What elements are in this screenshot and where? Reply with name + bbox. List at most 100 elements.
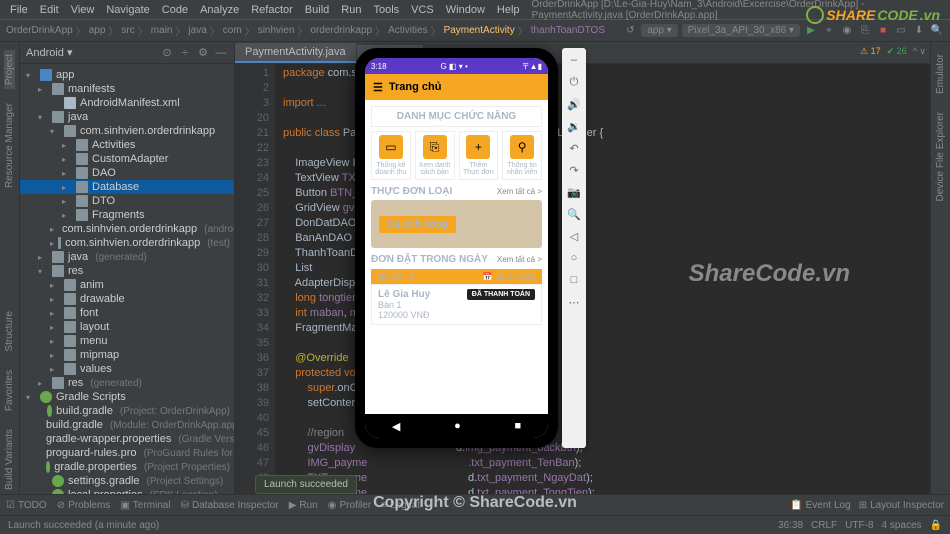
emu-zoom-icon[interactable]: 🔍: [566, 206, 582, 222]
menu-analyze[interactable]: Analyze: [194, 4, 245, 16]
sdk-icon[interactable]: ⬇: [912, 24, 926, 38]
project-tool-tab[interactable]: Project: [4, 50, 15, 89]
function-item[interactable]: ⎘Xem danhsách bàn: [415, 131, 455, 180]
emu-vol-up-icon[interactable]: 🔊: [566, 96, 582, 112]
tree-node[interactable]: ▸manifests: [20, 82, 234, 96]
emu-vol-down-icon[interactable]: 🔉: [566, 118, 582, 134]
tree-node[interactable]: build.gradle(Project: OrderDrinkApp): [20, 404, 234, 418]
menu-file[interactable]: File: [4, 4, 34, 16]
tree-node[interactable]: ▸res(generated): [20, 376, 234, 390]
event-log-tab[interactable]: 📋 Event Log: [790, 500, 851, 511]
tree-node[interactable]: proguard-rules.pro(ProGuard Rules for Or…: [20, 446, 234, 460]
database-inspector-tab[interactable]: ⛁ Database Inspector: [181, 500, 279, 511]
menu-run[interactable]: Run: [335, 4, 367, 16]
tree-node[interactable]: ▸DAO: [20, 166, 234, 180]
menu-refactor[interactable]: Refactor: [245, 4, 299, 16]
emu-home-icon[interactable]: ○: [566, 250, 582, 266]
tree-node[interactable]: ▾Gradle Scripts: [20, 390, 234, 404]
tree-node[interactable]: settings.gradle(Project Settings): [20, 474, 234, 488]
search-icon[interactable]: 🔍: [930, 24, 944, 38]
order-card[interactable]: Lê Gia HuyĐÃ THANH TOÁN Bàn 1 120000 VNĐ: [371, 284, 542, 325]
problems-tab[interactable]: ⊘ Problems: [57, 500, 111, 511]
tree-node[interactable]: ▸com.sinhvien.orderdrinkapp(androidTest): [20, 222, 234, 236]
breadcrumb[interactable]: OrderDrinkApp〉app〉src〉main〉java〉com〉sinh…: [6, 23, 605, 38]
tree-node[interactable]: ▸mipmap: [20, 348, 234, 362]
menu-tools[interactable]: Tools: [367, 4, 405, 16]
menu-window[interactable]: Window: [440, 4, 491, 16]
favorites-tab[interactable]: Favorites: [4, 366, 15, 415]
run-config-selector[interactable]: app ▾: [641, 24, 677, 37]
menu-navigate[interactable]: Navigate: [100, 4, 155, 16]
gear-icon[interactable]: ⚙: [196, 46, 210, 60]
function-item[interactable]: ▭Thống kêdoanh thu: [371, 131, 411, 180]
todo-tab[interactable]: ☑ TODO: [6, 500, 47, 511]
terminal-tab[interactable]: ▣ Terminal: [120, 500, 170, 511]
see-all-orders-link[interactable]: Xem tất cả >: [497, 255, 542, 264]
run-tab[interactable]: ▶ Run: [289, 500, 318, 511]
device-explorer-tab[interactable]: Device File Explorer: [935, 108, 946, 205]
avd-icon[interactable]: ▭: [894, 24, 908, 38]
emu-back-icon[interactable]: ◁: [566, 228, 582, 244]
layout-inspector-tab[interactable]: ⊞ Layout Inspector: [859, 500, 944, 511]
tree-node[interactable]: ▸anim: [20, 278, 234, 292]
tree-node[interactable]: build.gradle(Module: OrderDrinkApp.app): [20, 418, 234, 432]
tree-node[interactable]: ▸java(generated): [20, 250, 234, 264]
tree-node[interactable]: gradle-wrapper.properties(Gradle Version…: [20, 432, 234, 446]
tree-node[interactable]: ▾app: [20, 68, 234, 82]
editor-tab-paymentactivity[interactable]: PaymentActivity.java: [235, 43, 356, 63]
inspection-badges[interactable]: ⚠ 17 ✔ 26 ^ ∨: [860, 46, 926, 57]
tree-node[interactable]: ▾com.sinhvien.orderdrinkapp: [20, 124, 234, 138]
emu-close-icon[interactable]: –: [566, 52, 582, 68]
emu-more-icon[interactable]: ⋯: [566, 294, 582, 310]
tree-node[interactable]: gradle.properties(Project Properties): [20, 460, 234, 474]
tree-node[interactable]: ▸Fragments: [20, 208, 234, 222]
profile-icon[interactable]: ◉: [840, 24, 854, 38]
hamburger-icon[interactable]: ☰: [373, 81, 383, 94]
emu-power-icon[interactable]: ⏻: [566, 74, 582, 90]
tree-node[interactable]: ▸values: [20, 362, 234, 376]
emu-camera-icon[interactable]: 📷: [566, 184, 582, 200]
tree-node[interactable]: ▸DTO: [20, 194, 234, 208]
back-button[interactable]: ◀: [392, 420, 400, 433]
device-selector[interactable]: Pixel_3a_API_30_x86 ▾: [682, 24, 800, 37]
menu-vcs[interactable]: VCS: [405, 4, 440, 16]
project-view-selector[interactable]: Android ▾: [26, 46, 73, 59]
menu-edit[interactable]: Edit: [34, 4, 65, 16]
emu-rotate-left-icon[interactable]: ↶: [566, 140, 582, 156]
emulator-tab[interactable]: Emulator: [935, 50, 946, 98]
resource-manager-tab[interactable]: Resource Manager: [4, 99, 15, 192]
phone-screen[interactable]: 3:18G ◧ ▾ •〒▲▮ ☰ Trang chủ DANH MỤC CHỨC…: [365, 58, 548, 438]
function-item[interactable]: +ThêmThực đơn: [459, 131, 499, 180]
profiler-tab[interactable]: ◉ Profiler: [328, 500, 371, 511]
line-sep[interactable]: CRLF: [811, 520, 837, 531]
tree-node[interactable]: ▸font: [20, 306, 234, 320]
tree-node[interactable]: AndroidManifest.xml: [20, 96, 234, 110]
tree-node[interactable]: ▸menu: [20, 334, 234, 348]
tree-node[interactable]: ▸CustomAdapter: [20, 152, 234, 166]
hide-icon[interactable]: —: [214, 46, 228, 60]
indent[interactable]: 4 spaces: [882, 520, 922, 531]
emu-rotate-right-icon[interactable]: ↷: [566, 162, 582, 178]
collapse-icon[interactable]: ⊙: [160, 46, 174, 60]
emu-overview-icon[interactable]: □: [566, 272, 582, 288]
tree-node[interactable]: ▸layout: [20, 320, 234, 334]
stop-icon[interactable]: ■: [876, 24, 890, 38]
build-variants-tab[interactable]: Build Variants: [4, 425, 15, 494]
coffee-banner[interactable]: Cà phê nóng: [371, 200, 542, 248]
tree-node[interactable]: ▾java: [20, 110, 234, 124]
tree-node[interactable]: ▸com.sinhvien.orderdrinkapp(test): [20, 236, 234, 250]
menu-build[interactable]: Build: [299, 4, 335, 16]
menu-view[interactable]: View: [65, 4, 101, 16]
recents-button[interactable]: ■: [514, 420, 521, 432]
run-icon[interactable]: ▶: [804, 24, 818, 38]
tree-node[interactable]: ▸Database: [20, 180, 234, 194]
menu-code[interactable]: Code: [156, 4, 194, 16]
menu-help[interactable]: Help: [491, 4, 526, 16]
function-item[interactable]: ⚲Thông tinnhân viên: [502, 131, 542, 180]
see-all-link[interactable]: Xem tất cả >: [497, 187, 542, 196]
structure-tab[interactable]: Structure: [4, 307, 15, 356]
tree-node[interactable]: local.properties(SDK Location): [20, 488, 234, 494]
project-tree[interactable]: ▾app▸manifestsAndroidManifest.xml▾java▾c…: [20, 64, 234, 494]
tree-node[interactable]: ▸drawable: [20, 292, 234, 306]
sync-icon[interactable]: ↺: [623, 24, 637, 38]
